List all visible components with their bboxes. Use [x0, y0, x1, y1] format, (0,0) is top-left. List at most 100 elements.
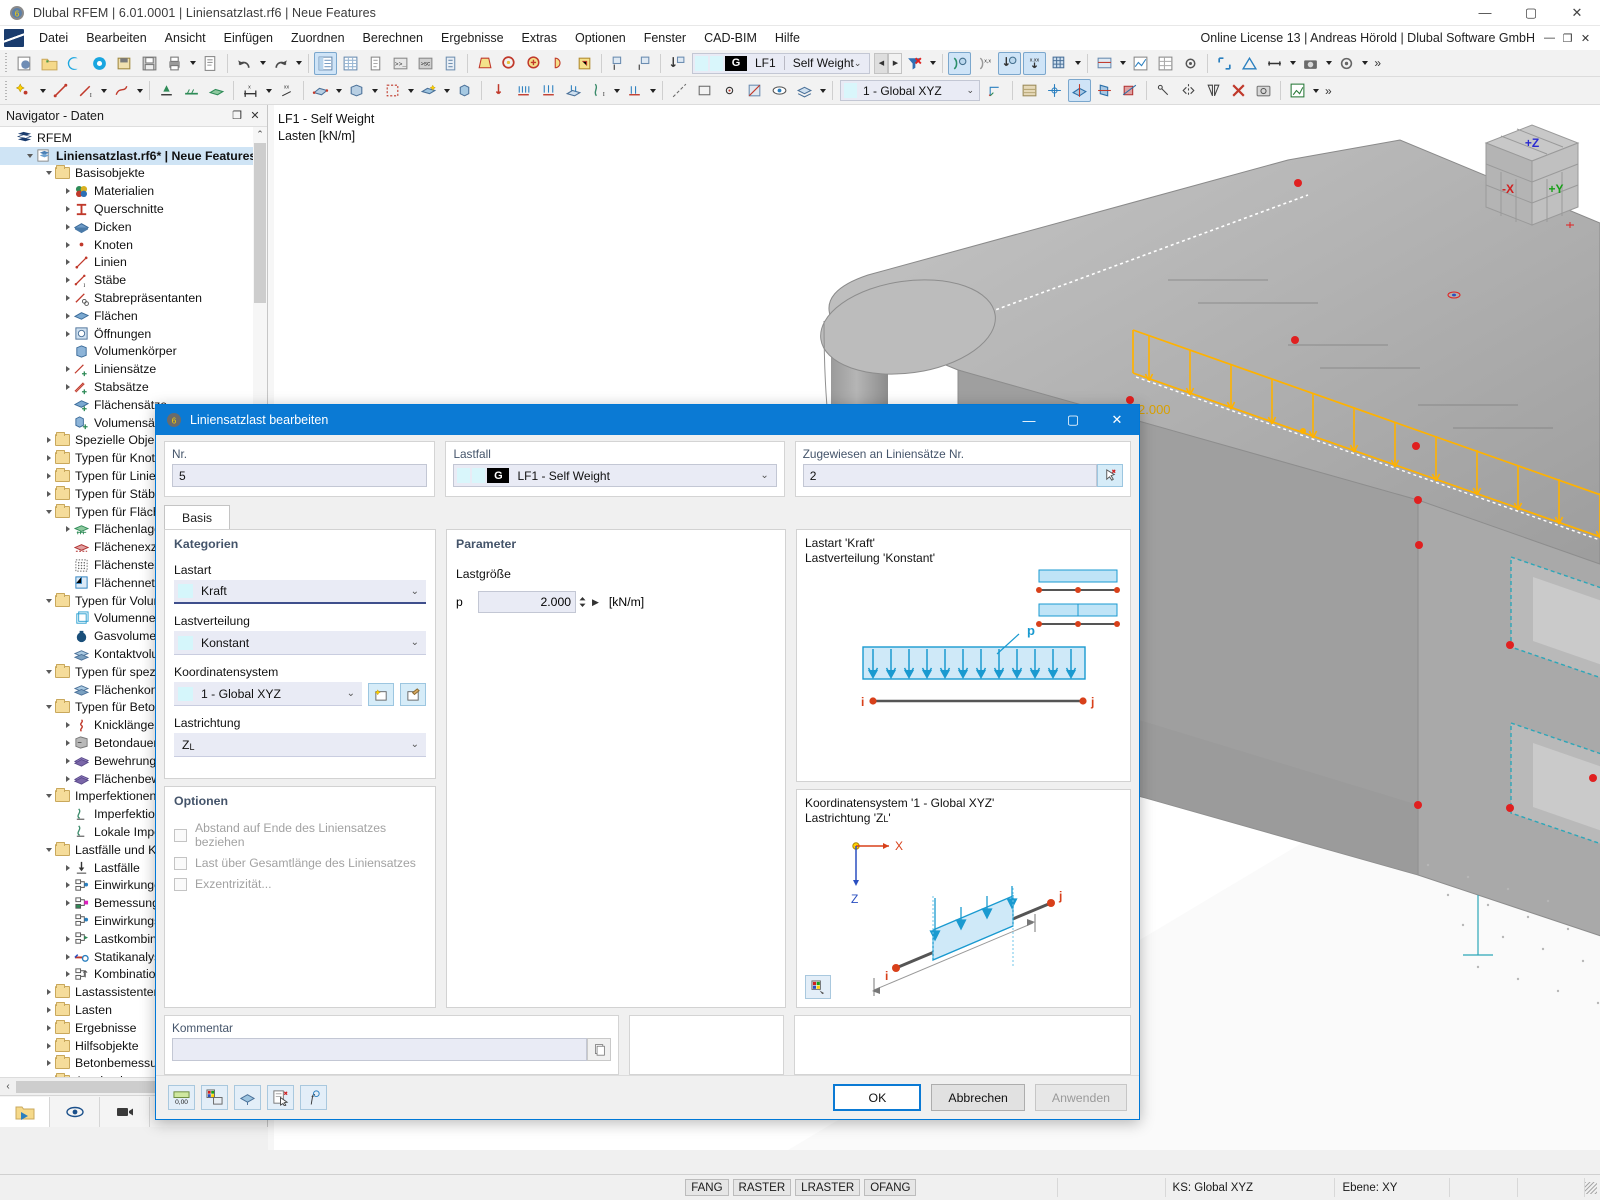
- result-diagram-button[interactable]: [1129, 52, 1152, 75]
- menu-item-ergebnisse[interactable]: Ergebnisse: [432, 28, 513, 48]
- details-panel-button[interactable]: [364, 52, 387, 75]
- redo-dropdown-caret[interactable]: [293, 52, 304, 75]
- tree-expander-icon[interactable]: [61, 259, 74, 265]
- line-load-button[interactable]: [537, 79, 560, 102]
- tree-expander-icon[interactable]: [61, 936, 74, 942]
- tree-item-ffnungen[interactable]: Öffnungen: [0, 325, 267, 343]
- tree-expander-icon[interactable]: [42, 794, 55, 798]
- menu-item-ansicht[interactable]: Ansicht: [156, 28, 215, 48]
- load-case-next-button[interactable]: ▶: [888, 52, 903, 74]
- tab-views-navigator[interactable]: [100, 1097, 150, 1127]
- option-exzentrizitaet-row[interactable]: Exzentrizität...: [174, 877, 426, 891]
- menu-item-zuordnen[interactable]: Zuordnen: [282, 28, 354, 48]
- tree-item-basisobjekte[interactable]: Basisobjekte: [0, 165, 267, 183]
- dialog-minimize-button[interactable]: —: [1007, 405, 1051, 435]
- new-model-button[interactable]: [13, 52, 36, 75]
- checkbox-gesamtlaenge[interactable]: [174, 856, 187, 870]
- visibility-button[interactable]: [768, 79, 791, 102]
- lastart-combo[interactable]: Kraft ⌄: [174, 580, 426, 604]
- construction-line-button[interactable]: [668, 79, 691, 102]
- list-panel-button[interactable]: [439, 52, 462, 75]
- toolbar-grip[interactable]: [3, 53, 9, 73]
- load-display-dropdown-caret[interactable]: [1072, 52, 1083, 75]
- tree-expander-icon[interactable]: [61, 954, 74, 960]
- cloud-open-button[interactable]: [63, 52, 86, 75]
- chevron-down-icon-koordinatensystem[interactable]: ⌄: [347, 688, 355, 699]
- excel-dropdown-caret[interactable]: [1310, 79, 1321, 102]
- align-button[interactable]: [1238, 52, 1261, 75]
- menu-item-optionen[interactable]: Optionen: [566, 28, 635, 48]
- new-member-button[interactable]: I: [74, 79, 97, 102]
- tree-item-volumenk-rper[interactable]: Volumenkörper: [0, 343, 267, 361]
- tree-expander-icon[interactable]: [42, 989, 55, 995]
- tree-expander-icon[interactable]: [42, 848, 55, 852]
- dialog-maximize-button[interactable]: ▢: [1051, 405, 1095, 435]
- menu-item-datei[interactable]: Datei: [30, 28, 77, 48]
- plane-yz-button[interactable]: [1093, 79, 1116, 102]
- toolbar-overflow-button[interactable]: »: [1370, 56, 1385, 70]
- tree-expander-icon[interactable]: [42, 599, 55, 603]
- tree-item-liniens-tze[interactable]: Liniensätze: [0, 360, 267, 378]
- tree-item-knoten[interactable]: Knoten: [0, 236, 267, 254]
- select-in-model-button[interactable]: [267, 1085, 294, 1110]
- undo-dropdown-caret[interactable]: [257, 52, 268, 75]
- zoom-in-button[interactable]: [523, 52, 546, 75]
- navigator-undock-button[interactable]: ❐: [229, 108, 245, 124]
- view-previous-button[interactable]: [607, 52, 630, 75]
- cancel-button[interactable]: Abbrechen: [931, 1084, 1025, 1111]
- tree-expander-icon[interactable]: [42, 491, 55, 497]
- rect-grid-button[interactable]: [693, 79, 716, 102]
- tree-expander-icon[interactable]: [61, 722, 74, 728]
- navigator-panel-button[interactable]: [314, 51, 337, 75]
- measure-button[interactable]: [1263, 52, 1286, 75]
- delete-button[interactable]: [1227, 79, 1250, 102]
- tree-item-liniensatzlast-rf6-neue-features[interactable]: Liniensatzlast.rf6* | Neue Features: [0, 146, 267, 165]
- toolbar2-overflow-button[interactable]: »: [1321, 84, 1336, 98]
- polyline-dropdown-caret[interactable]: [134, 79, 145, 102]
- camera-dropdown-caret[interactable]: [1323, 52, 1334, 75]
- chevron-down-icon-lastverteilung[interactable]: ⌄: [411, 637, 419, 648]
- window-minimize-button[interactable]: —: [1462, 0, 1508, 26]
- apply-button[interactable]: Anwenden: [1034, 1084, 1127, 1111]
- surfaceset-dropdown-caret[interactable]: [441, 79, 452, 102]
- menu-item-cad-bim[interactable]: CAD-BIM: [695, 28, 766, 48]
- menu-item-hilfe[interactable]: Hilfe: [766, 28, 809, 48]
- pick-in-model-button[interactable]: [1097, 464, 1123, 487]
- doc-restore-button[interactable]: ❐: [1559, 30, 1576, 47]
- redo-button[interactable]: [269, 52, 292, 75]
- cloud-sync-button[interactable]: [88, 52, 111, 75]
- excel-export-button[interactable]: [1286, 79, 1309, 102]
- console-button[interactable]: >>_: [389, 52, 412, 75]
- tree-expander-icon[interactable]: [61, 224, 74, 230]
- lastgroesse-stepper[interactable]: [576, 591, 589, 613]
- undo-button[interactable]: [233, 52, 256, 75]
- kommentar-input[interactable]: [172, 1038, 587, 1061]
- tree-item-linien[interactable]: Linien: [0, 254, 267, 272]
- zoom-select-button[interactable]: [498, 52, 521, 75]
- view-mode-button[interactable]: [234, 1085, 261, 1110]
- member-load-button[interactable]: [512, 79, 535, 102]
- script-button[interactable]: >SC: [414, 52, 437, 75]
- measure-dropdown-caret[interactable]: [1287, 52, 1298, 75]
- section-view-button[interactable]: [1093, 52, 1116, 75]
- new-opening-button[interactable]: [381, 79, 404, 102]
- dimension-dropdown-caret[interactable]: [263, 79, 274, 102]
- resize-grip[interactable]: [1585, 1181, 1598, 1194]
- new-node-button[interactable]: [13, 79, 36, 102]
- option-abstand-row[interactable]: Abstand auf Ende des Liniensatzes bezieh…: [174, 821, 426, 849]
- free-load-button[interactable]: [623, 79, 646, 102]
- load-values-label-button[interactable]: x.xx: [1023, 51, 1047, 75]
- status-toggle-raster[interactable]: RASTER: [732, 1179, 792, 1196]
- navigator-scroll-left-icon[interactable]: ‹: [0, 1079, 16, 1095]
- checkbox-exzentrizitaet[interactable]: [174, 877, 187, 891]
- tree-item-rfem[interactable]: RFEM: [0, 129, 267, 147]
- plane-xz-button[interactable]: [1118, 79, 1141, 102]
- zoom-region-button[interactable]: [1213, 52, 1236, 75]
- tree-expander-icon[interactable]: [61, 900, 74, 906]
- layers-button[interactable]: [793, 79, 816, 102]
- tree-expander-icon[interactable]: [61, 295, 74, 301]
- tree-expander-icon[interactable]: [61, 865, 74, 871]
- view-next-button[interactable]: [632, 52, 655, 75]
- line-support-button[interactable]: [180, 79, 203, 102]
- new-solid-button[interactable]: [345, 79, 368, 102]
